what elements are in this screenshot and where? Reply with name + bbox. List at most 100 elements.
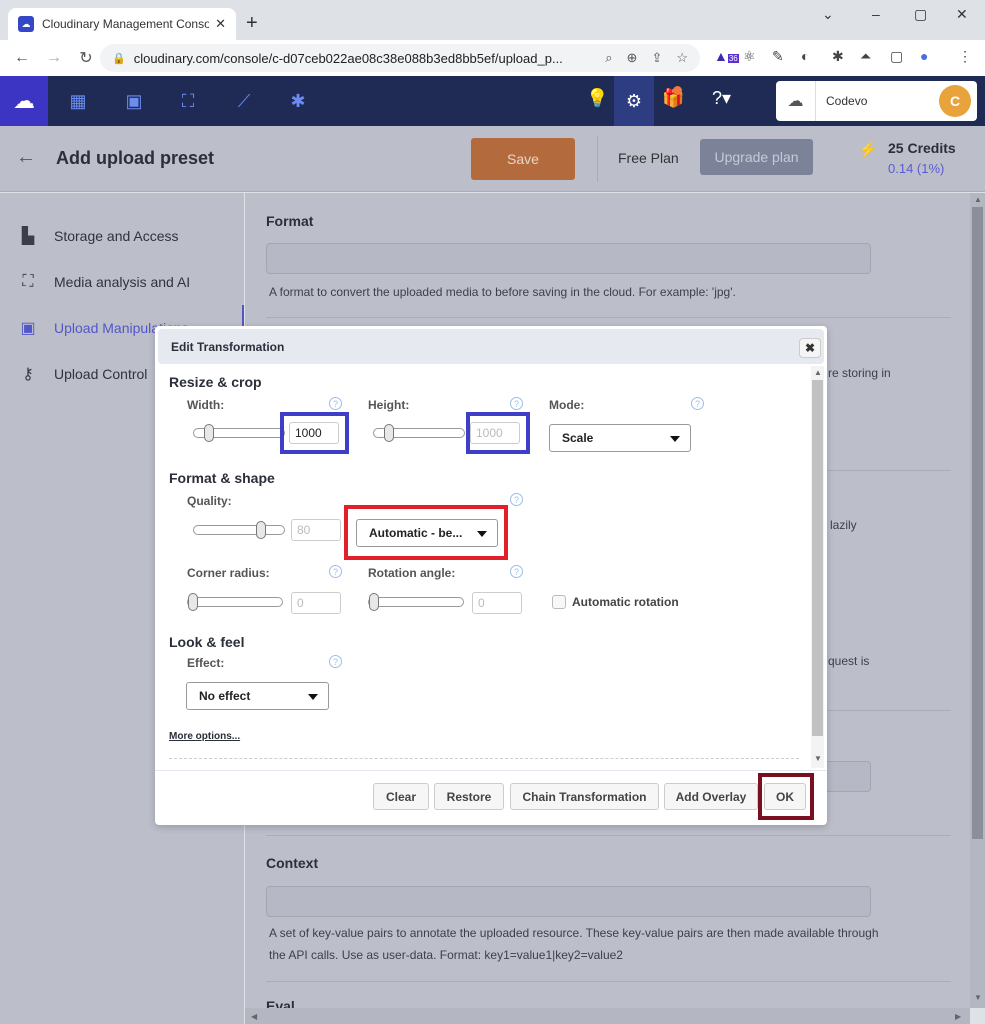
help-icon[interactable]: ? <box>691 397 704 410</box>
quality-slider[interactable] <box>193 521 285 539</box>
settings-gear-icon[interactable]: ⚙ <box>614 76 654 126</box>
sidebar-item-storage[interactable]: ▙ Storage and Access <box>0 213 244 259</box>
width-slider[interactable] <box>193 424 285 442</box>
upgrade-plan-button[interactable]: Upgrade plan <box>700 139 813 175</box>
search-icon[interactable]: ⌕ <box>605 50 612 66</box>
height-input[interactable]: 1000 <box>470 422 520 444</box>
address-bar[interactable]: 🔒 cloudinary.com/console/c-d07ceb022ae08… <box>100 44 700 72</box>
divider <box>266 317 951 318</box>
help-icon[interactable]: ? <box>329 397 342 410</box>
media-library-icon[interactable]: ▣ <box>122 89 146 113</box>
slider-handle[interactable] <box>369 593 379 611</box>
section-look-feel: Look & feel <box>169 634 245 650</box>
back-nav-icon[interactable]: ← <box>12 49 32 67</box>
minimize-button[interactable]: – <box>872 6 880 22</box>
scroll-down-icon[interactable]: ▼ <box>814 754 822 763</box>
slider-handle[interactable] <box>204 424 214 442</box>
automatic-rotation-label[interactable]: Automatic rotation <box>572 595 679 609</box>
lightbulb-icon[interactable]: 💡 <box>586 88 608 109</box>
browser-menu-icon[interactable]: ⋮ <box>958 48 972 65</box>
close-icon[interactable]: ✖ <box>799 338 821 358</box>
scroll-up-icon[interactable]: ▲ <box>974 195 982 204</box>
account-switcher[interactable]: ☁ Codevo C <box>776 81 977 121</box>
restore-button[interactable]: Restore <box>434 783 504 810</box>
hidden-help-text: lazily <box>830 518 857 532</box>
sidebar-item-media-analysis[interactable]: ⛶ Media analysis and AI <box>0 259 244 305</box>
reports-icon[interactable]: ⟋ <box>232 89 256 113</box>
cloudinary-logo-icon[interactable]: ☁ <box>0 76 48 126</box>
help-icon[interactable]: ?▾ <box>712 88 731 109</box>
width-input[interactable]: 1000 <box>289 422 339 444</box>
extension-badge-icon[interactable]: ▲36 <box>714 48 739 64</box>
addons-icon[interactable]: ✱ <box>286 89 310 113</box>
rotation-angle-input[interactable]: 0 <box>472 592 522 614</box>
eyedropper-icon[interactable]: ✎ <box>772 48 784 65</box>
sidebar-item-label: Upload Control <box>54 366 148 382</box>
avatar[interactable]: C <box>939 85 971 117</box>
quality-select[interactable]: Automatic - be... <box>356 519 498 547</box>
scroll-down-icon[interactable]: ▼ <box>974 993 982 1002</box>
corner-radius-slider[interactable] <box>187 593 283 611</box>
chain-transformation-button[interactable]: Chain Transformation <box>510 783 659 810</box>
side-panel-icon[interactable]: ▢ <box>890 48 903 65</box>
credits-used[interactable]: 0.14 (1%) <box>888 161 944 176</box>
scrollbar-thumb[interactable] <box>972 207 983 839</box>
add-overlay-button[interactable]: Add Overlay <box>664 783 758 810</box>
react-devtools-icon[interactable]: ⚛ <box>743 48 756 65</box>
lab-flask-icon[interactable]: ⏶ <box>860 48 871 65</box>
close-window-button[interactable]: ✕ <box>956 6 968 23</box>
maximize-button[interactable]: ▢ <box>914 6 927 23</box>
account-name: Codevo <box>826 94 868 108</box>
more-options-link[interactable]: More options... <box>169 731 240 742</box>
tab-close-icon[interactable]: ✕ <box>215 16 226 32</box>
rotation-angle-slider[interactable] <box>368 593 464 611</box>
slider-handle[interactable] <box>256 521 266 539</box>
page-vertical-scrollbar[interactable]: ▲ ▼ <box>970 193 985 1008</box>
height-slider[interactable] <box>373 424 465 442</box>
format-input[interactable] <box>266 243 871 274</box>
page-horizontal-scrollbar[interactable]: ◀ ▶ <box>245 1008 970 1024</box>
help-icon[interactable]: ? <box>510 493 523 506</box>
bookmark-star-icon[interactable]: ☆ <box>676 50 688 66</box>
zoom-icon[interactable]: ⊕ <box>627 50 638 66</box>
extensions-puzzle-icon[interactable]: ✱ <box>832 48 844 65</box>
url-text[interactable]: cloudinary.com/console/c-d07ceb022ae08c3… <box>134 51 592 66</box>
corner-radius-input[interactable]: 0 <box>291 592 341 614</box>
slider-handle[interactable] <box>384 424 394 442</box>
reload-icon[interactable]: ↻ <box>76 48 96 68</box>
mode-value: Scale <box>562 431 594 445</box>
clear-button[interactable]: Clear <box>373 783 429 810</box>
scroll-left-icon[interactable]: ◀ <box>251 1012 257 1021</box>
scroll-up-icon[interactable]: ▲ <box>814 368 822 377</box>
mode-label: Mode: <box>549 398 585 412</box>
slider-handle[interactable] <box>188 593 198 611</box>
extension-icon[interactable]: ◐ <box>801 48 809 64</box>
sidebar-item-label: Media analysis and AI <box>54 274 191 290</box>
mode-select[interactable]: Scale <box>549 424 691 452</box>
scroll-right-icon[interactable]: ▶ <box>955 1012 961 1021</box>
new-tab-button[interactable]: + <box>246 12 258 35</box>
context-input[interactable] <box>266 886 871 917</box>
profile-icon[interactable]: ● <box>920 48 928 64</box>
ok-button[interactable]: OK <box>764 783 806 810</box>
browser-tabstrip: ☁ Cloudinary Management Console ✕ + ⌄ – … <box>0 0 985 40</box>
help-icon[interactable]: ? <box>510 397 523 410</box>
share-icon[interactable]: ⇪ <box>651 50 662 66</box>
quality-input[interactable]: 80 <box>291 519 341 541</box>
help-icon[interactable]: ? <box>329 565 342 578</box>
help-icon[interactable]: ? <box>510 565 523 578</box>
scrollbar-thumb[interactable] <box>812 380 823 736</box>
transformations-icon[interactable]: ⛶ <box>176 89 200 113</box>
browser-tab[interactable]: ☁ Cloudinary Management Console ✕ <box>8 8 236 40</box>
back-arrow-icon[interactable]: ← <box>16 146 36 169</box>
help-icon[interactable]: ? <box>329 655 342 668</box>
dialog-scrollbar[interactable]: ▲ ▼ <box>811 366 824 768</box>
effect-select[interactable]: No effect <box>186 682 329 710</box>
forward-nav-icon[interactable]: → <box>44 49 64 67</box>
corner-radius-label: Corner radius: <box>187 566 270 580</box>
tab-search-icon[interactable]: ⌄ <box>822 6 834 23</box>
automatic-rotation-checkbox[interactable] <box>552 595 566 609</box>
dashboard-icon[interactable]: ▦ <box>66 89 90 113</box>
notification-dot <box>673 86 682 95</box>
save-button[interactable]: Save <box>471 138 575 180</box>
